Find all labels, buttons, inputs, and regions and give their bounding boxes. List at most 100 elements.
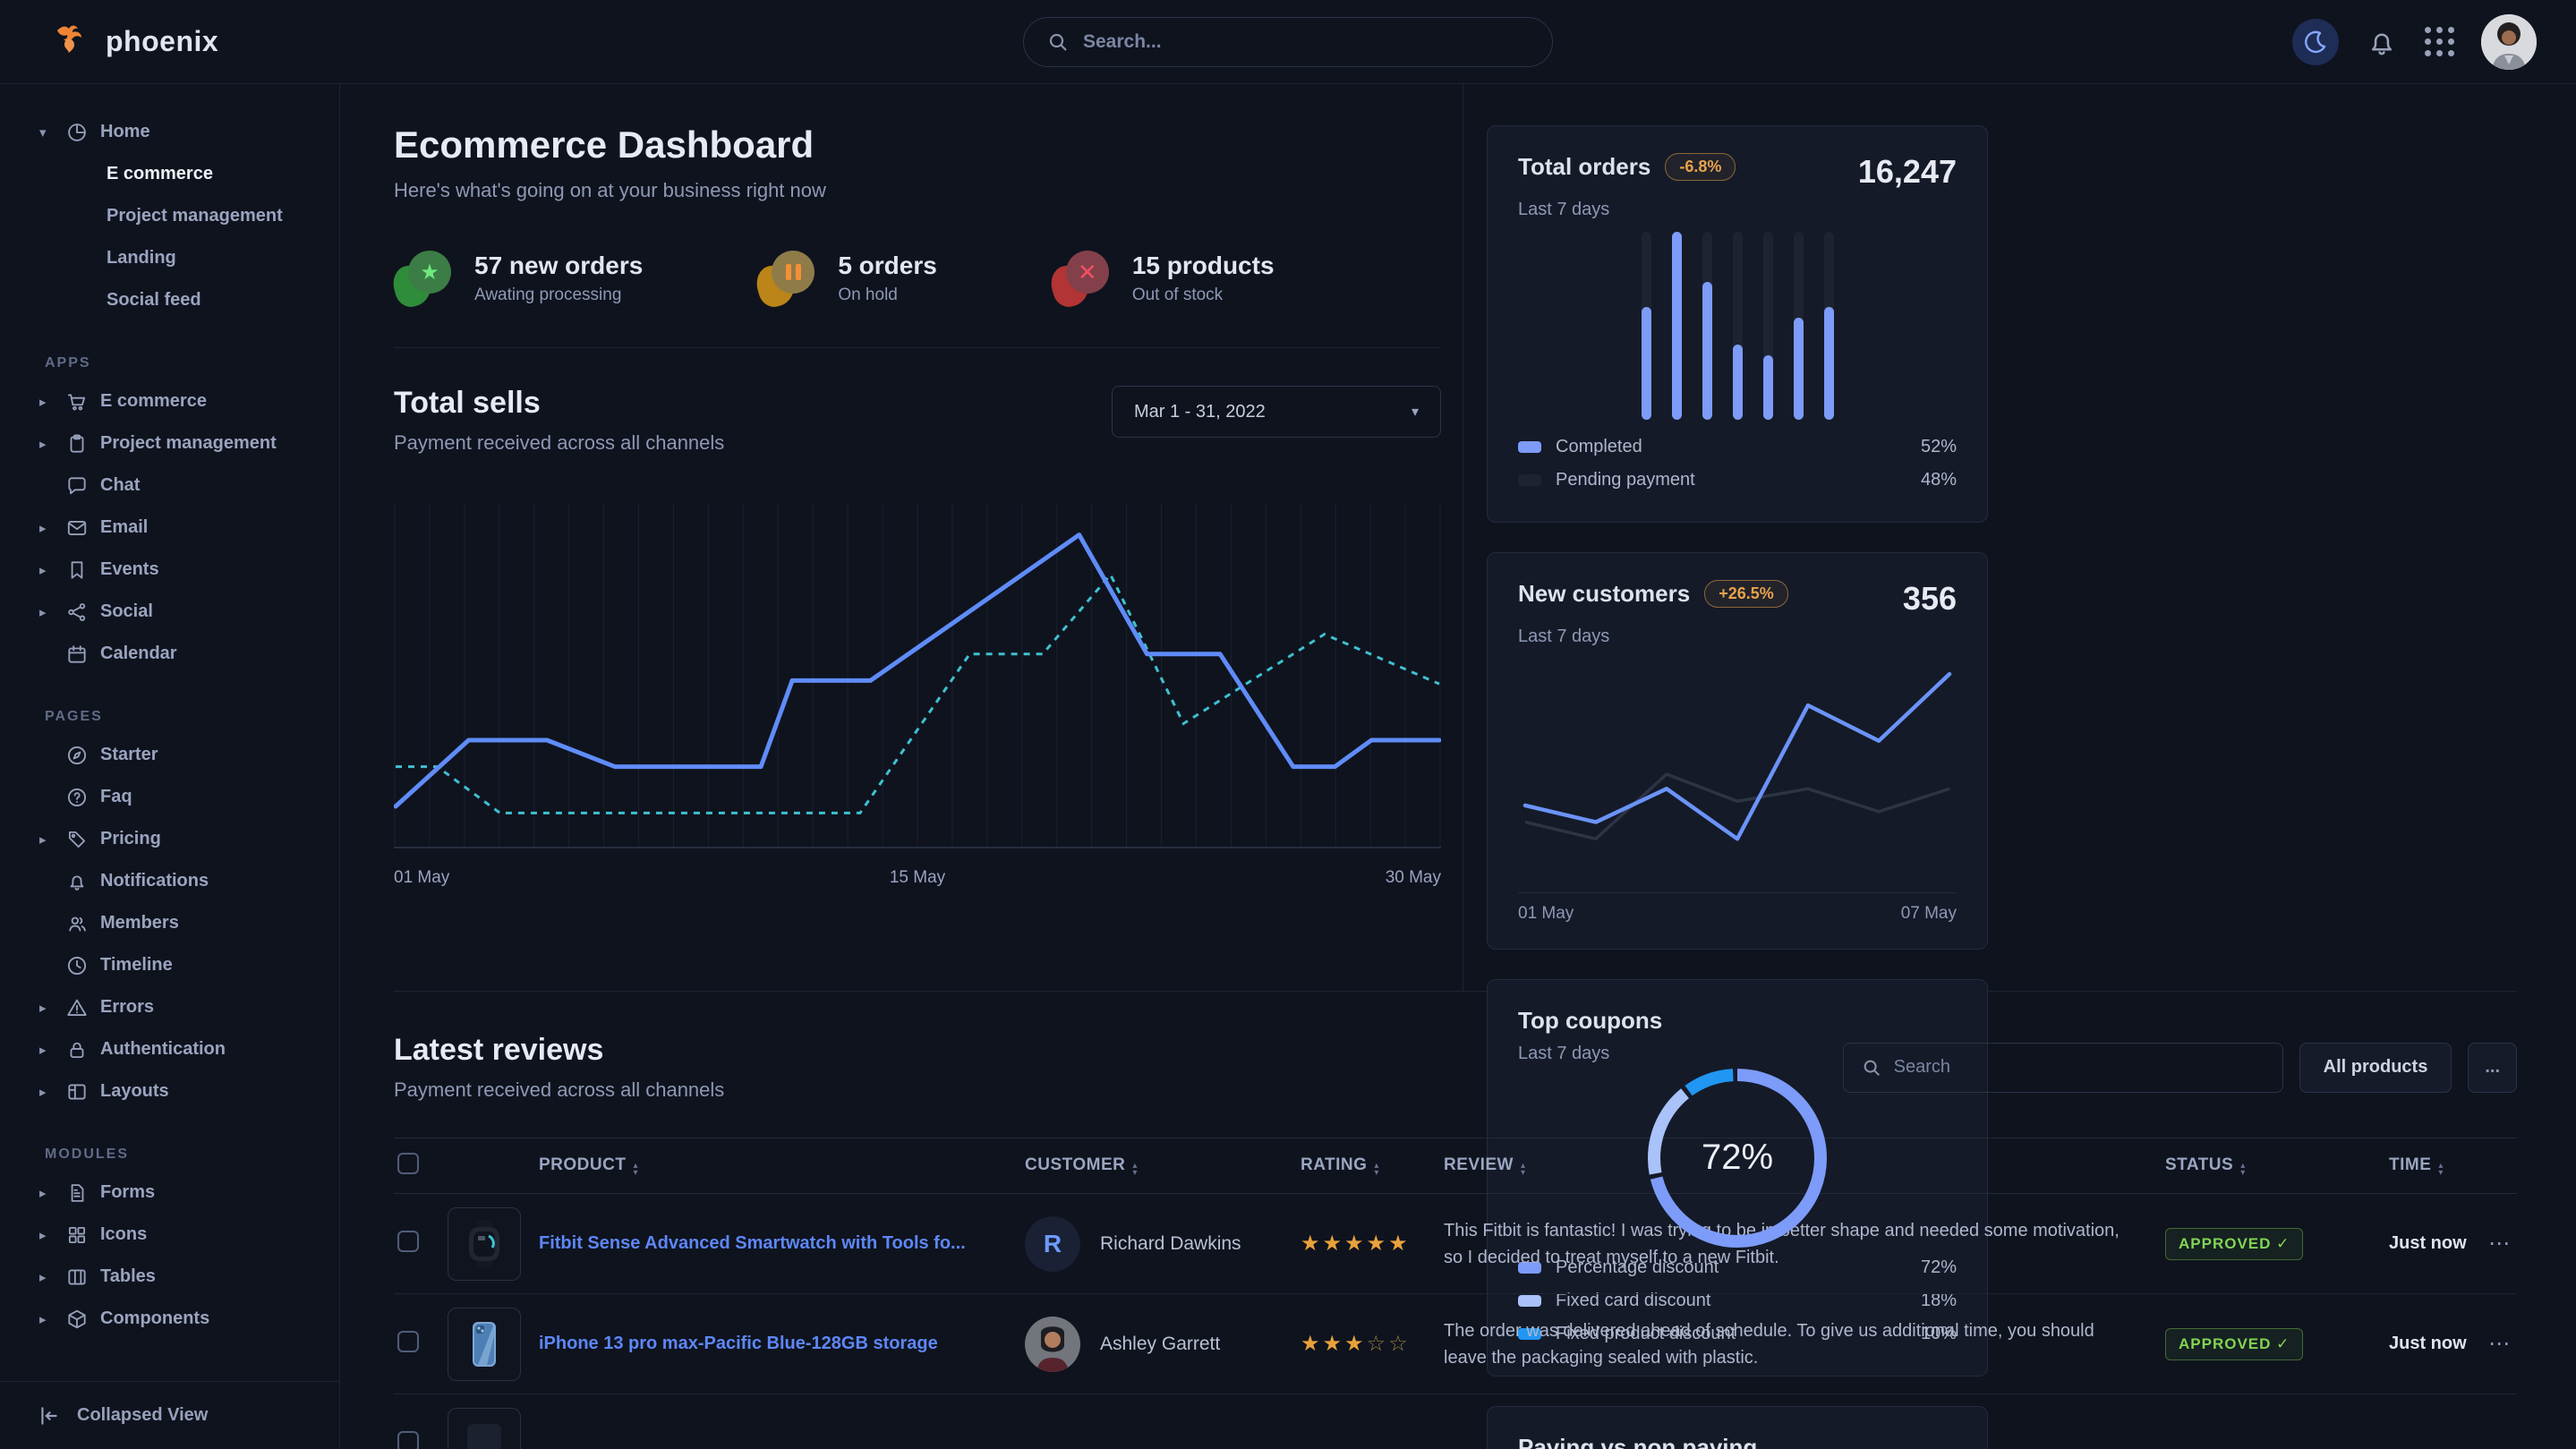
sidebar: ▾HomeE commerceProject managementLanding… (0, 84, 340, 1449)
sidebar-item-social[interactable]: ▸Social (21, 591, 321, 633)
reviews-search[interactable] (1843, 1043, 2283, 1093)
search-input[interactable] (1083, 31, 1529, 53)
table-row: iPhone 13 pro max-Pacific Blue-128GB sto… (394, 1294, 2517, 1394)
row-menu-button[interactable]: ⋯ (2487, 1331, 2517, 1357)
latest-reviews-section: Latest reviews Payment received across a… (394, 992, 2517, 1449)
sort-icon[interactable]: ▴▾ (2240, 1163, 2246, 1177)
product-thumbnail[interactable] (448, 1408, 521, 1449)
global-search[interactable] (1023, 17, 1553, 67)
column-header-product[interactable]: PRODUCT▴▾ (539, 1155, 1025, 1177)
brand-logo[interactable]: phoenix (50, 21, 218, 63)
order-bar (1702, 232, 1712, 420)
legend-swatch (1518, 474, 1541, 486)
row-menu-button[interactable]: ⋯ (2487, 1231, 2517, 1257)
row-checkbox[interactable] (397, 1331, 419, 1352)
sidebar-item-events[interactable]: ▸Events (21, 549, 321, 591)
sidebar-item-e-commerce[interactable]: ▸ E commerce (21, 380, 321, 422)
sidebar-item-icons[interactable]: ▸Icons (21, 1214, 321, 1256)
sort-icon[interactable]: ▴▾ (2438, 1163, 2444, 1177)
reviews-search-input[interactable] (1894, 1057, 2265, 1078)
select-all-checkbox[interactable] (397, 1153, 419, 1174)
sidebar-subitem-landing[interactable]: Landing (21, 237, 321, 279)
sidebar-item-chat[interactable]: Chat (21, 465, 321, 507)
sidebar-item-email[interactable]: ▸Email (21, 507, 321, 549)
x-label-end: 07 May (1901, 904, 1957, 924)
sidebar-section-label: APPS (45, 355, 321, 371)
clock-icon (65, 954, 89, 977)
product-link[interactable]: iPhone 13 pro max-Pacific Blue-128GB sto… (539, 1334, 965, 1354)
reviews-table: PRODUCT▴▾CUSTOMER▴▾RATING▴▾REVIEW▴▾STATU… (394, 1138, 2517, 1449)
sort-icon[interactable]: ▴▾ (633, 1163, 638, 1177)
pause-icon (786, 264, 801, 280)
legend-value: 48% (1921, 470, 1957, 490)
row-checkbox[interactable] (397, 1431, 419, 1449)
sidebar-item-errors[interactable]: ▸Errors (21, 986, 321, 1028)
legend-label: Pending payment (1556, 470, 1695, 490)
sidebar-item-layouts[interactable]: ▸Layouts (21, 1070, 321, 1112)
sidebar-item-calendar[interactable]: Calendar (21, 633, 321, 675)
collapsed-view-toggle[interactable]: Collapsed View (0, 1381, 339, 1449)
sidebar-item-pricing[interactable]: ▸Pricing (21, 818, 321, 860)
clipboard-icon (65, 432, 89, 456)
sidebar-item-label: E commerce (100, 391, 207, 412)
product-link[interactable]: Fitbit Sense Advanced Smartwatch with To… (539, 1233, 993, 1254)
sort-icon[interactable]: ▴▾ (1132, 1163, 1138, 1177)
sidebar-item-starter[interactable]: Starter (21, 734, 321, 776)
table-icon (65, 1266, 89, 1289)
column-header-time[interactable]: TIME▴▾ (2389, 1155, 2487, 1177)
total-sells-chart: 01 May15 May30 May (394, 490, 1441, 888)
new-customers-line-chart (1518, 654, 1957, 880)
sidebar-item-faq[interactable]: Faq (21, 776, 321, 818)
notifications-button[interactable] (2366, 26, 2398, 58)
card-value: 16,247 (1858, 153, 1957, 191)
sidebar-item-project-management[interactable]: ▸Project management (21, 422, 321, 465)
sidebar-item-tables[interactable]: ▸Tables (21, 1256, 321, 1298)
column-header-customer[interactable]: CUSTOMER▴▾ (1025, 1155, 1301, 1177)
date-range-select[interactable]: Mar 1 - 31, 2022 ▾ (1112, 386, 1441, 438)
sidebar-subitem-project-management[interactable]: Project management (21, 195, 321, 237)
pie-chart-icon (65, 121, 89, 144)
sidebar-item-label: Faq (100, 787, 132, 807)
column-header-rating[interactable]: RATING▴▾ (1301, 1155, 1444, 1177)
sidebar-subitem-social-feed[interactable]: Social feed (21, 279, 321, 321)
caret-down-icon: ▾ (39, 124, 54, 141)
card-title: New customers (1518, 580, 1690, 608)
x-tick-label: 01 May (394, 868, 449, 888)
sidebar-item-home[interactable]: ▾Home (21, 111, 321, 153)
product-thumbnail[interactable] (448, 1207, 521, 1281)
bell-icon (2366, 26, 2398, 58)
change-badge: -6.8% (1665, 153, 1736, 181)
sidebar-item-notifications[interactable]: Notifications (21, 860, 321, 902)
sidebar-item-components[interactable]: ▸Components (21, 1298, 321, 1340)
sidebar-item-label: Forms (100, 1182, 155, 1203)
calendar-icon (65, 643, 89, 666)
apps-grid-button[interactable] (2425, 27, 2454, 56)
sidebar-item-authentication[interactable]: ▸Authentication (21, 1028, 321, 1070)
sidebar-item-timeline[interactable]: Timeline (21, 944, 321, 986)
phoenix-flame-icon (50, 21, 91, 63)
product-thumbnail[interactable] (448, 1308, 521, 1381)
caret-right-icon: ▸ (39, 394, 54, 410)
caret-right-icon: ▸ (39, 1000, 54, 1016)
sidebar-item-members[interactable]: Members (21, 902, 321, 944)
sidebar-item-label: Calendar (100, 644, 177, 664)
sort-icon[interactable]: ▴▾ (1521, 1163, 1526, 1177)
sort-icon[interactable]: ▴▾ (1374, 1163, 1379, 1177)
sidebar-item-label: Icons (100, 1224, 147, 1245)
theme-toggle-button[interactable] (2292, 19, 2339, 65)
sidebar-item-forms[interactable]: ▸Forms (21, 1172, 321, 1214)
order-bar (1794, 232, 1804, 420)
all-products-button[interactable]: All products (2299, 1043, 2452, 1093)
more-options-button[interactable]: ... (2468, 1043, 2517, 1093)
sidebar-subitem-e-commerce[interactable]: E commerce (21, 153, 321, 195)
row-checkbox[interactable] (397, 1231, 419, 1252)
caret-right-icon: ▸ (39, 604, 54, 620)
column-header-status[interactable]: STATUS▴▾ (2165, 1155, 2389, 1177)
stat-item: ✕15 productsOut of stock (1052, 251, 1275, 306)
collapse-label: Collapsed View (77, 1405, 208, 1426)
rating-stars: ★★★☆☆ (1301, 1331, 1444, 1357)
x-icon: ✕ (1078, 259, 1097, 286)
user-avatar[interactable] (2481, 14, 2537, 70)
stat-icon (757, 251, 816, 306)
caret-right-icon: ▸ (39, 1084, 54, 1100)
